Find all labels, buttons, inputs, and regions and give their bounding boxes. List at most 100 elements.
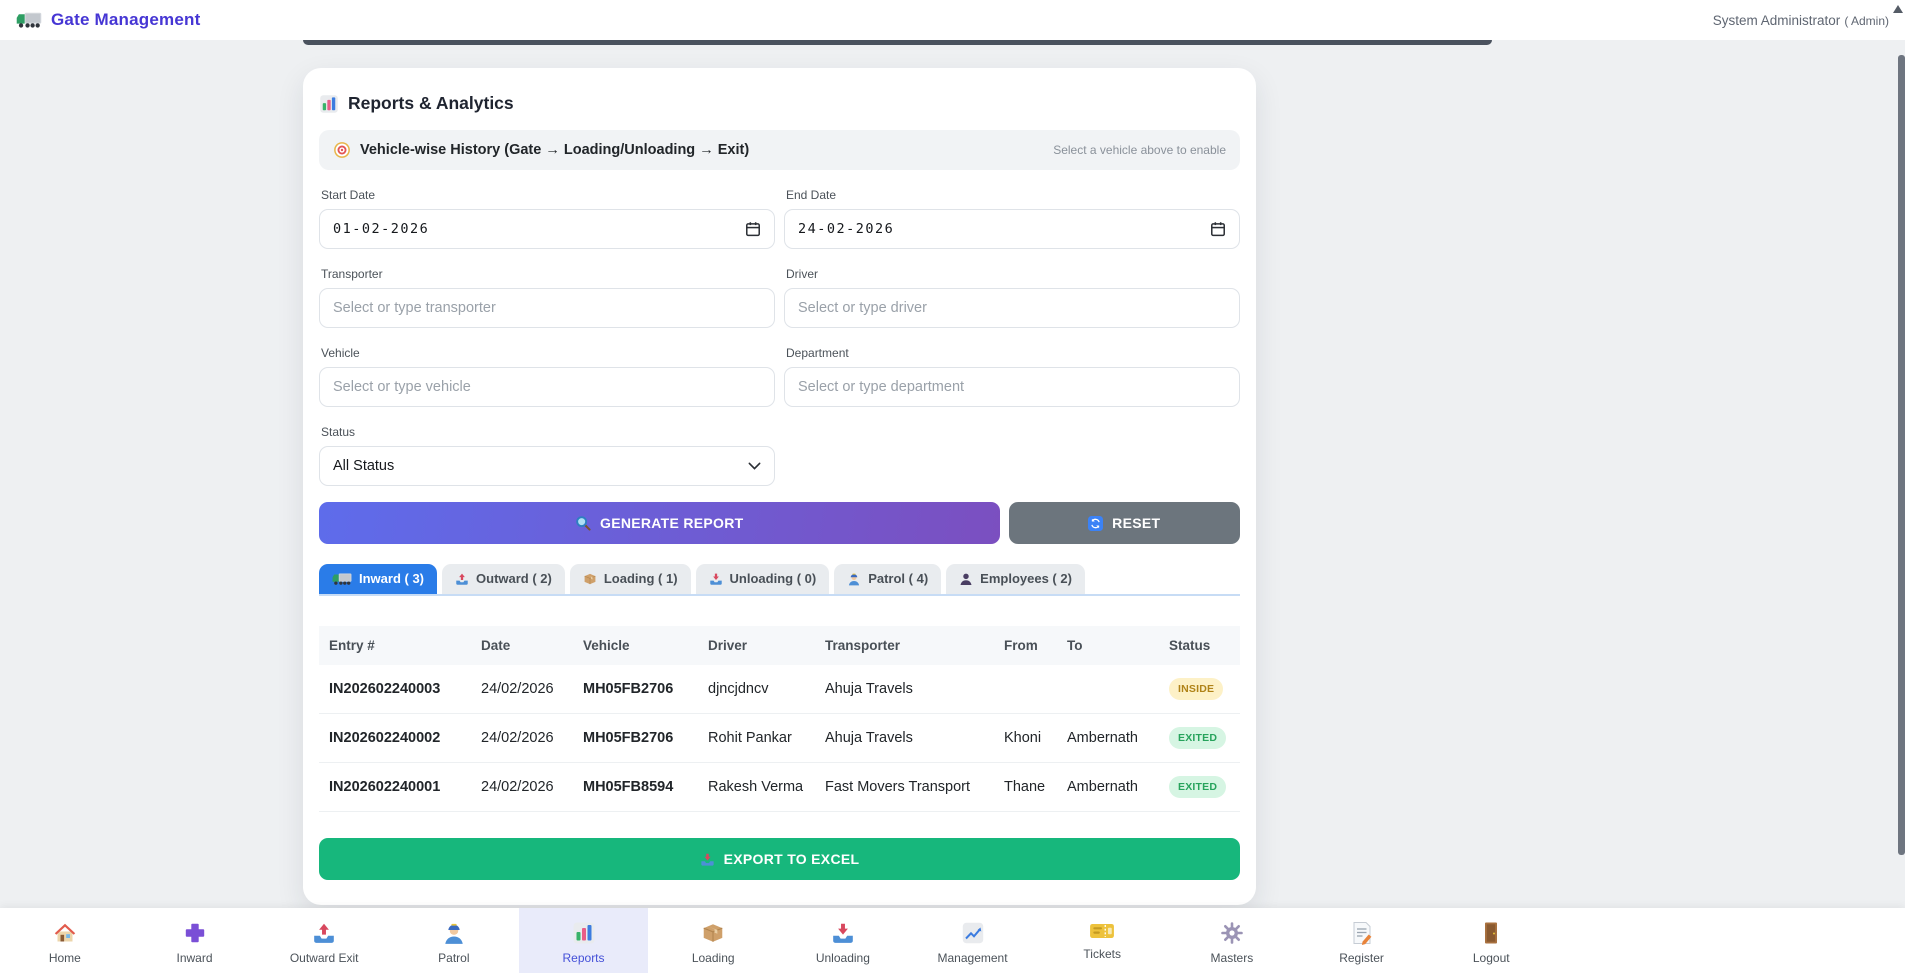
nav-item-tickets[interactable]: Tickets xyxy=(1037,908,1167,973)
tray-down-icon xyxy=(709,572,723,586)
tab-label: Employees ( 2) xyxy=(980,571,1072,586)
home-icon xyxy=(52,921,78,945)
brand: Gate Management xyxy=(16,10,200,30)
tab-loading[interactable]: Loading ( 1) xyxy=(570,564,691,594)
cell-to: Ambernath xyxy=(1057,763,1159,812)
bottom-nav: Home Inward Outward Exit Patrol Reports … xyxy=(0,908,1905,973)
table-row: IN202602240001 24/02/2026 MH05FB8594 Rak… xyxy=(319,763,1240,812)
ticket-icon xyxy=(1089,921,1115,941)
nav-label: Logout xyxy=(1473,951,1510,965)
cell-entry: IN202602240003 xyxy=(319,665,471,714)
driver-label: Driver xyxy=(786,267,1238,281)
transporter-input[interactable] xyxy=(319,288,775,328)
reset-button[interactable]: RESET xyxy=(1009,502,1241,544)
department-label: Department xyxy=(786,346,1238,360)
status-badge: INSIDE xyxy=(1169,678,1223,700)
search-icon xyxy=(575,515,591,531)
tab-label: Outward ( 2) xyxy=(476,571,552,586)
driver-field: Driver xyxy=(784,249,1240,328)
vehicle-field: Vehicle xyxy=(319,328,775,407)
generate-report-button[interactable]: GENERATE REPORT xyxy=(319,502,1000,544)
chart-up-icon xyxy=(961,921,985,945)
status-select[interactable]: All Status xyxy=(319,446,775,486)
reset-label: RESET xyxy=(1112,515,1160,531)
cell-vehicle: MH05FB2706 xyxy=(573,665,698,714)
user-info: System Administrator ( Admin) xyxy=(1713,13,1889,28)
plus-icon xyxy=(183,921,207,945)
gear-icon xyxy=(1220,921,1244,945)
tab-patrol[interactable]: Patrol ( 4) xyxy=(834,564,941,594)
nav-item-logout[interactable]: Logout xyxy=(1426,908,1556,973)
police-icon xyxy=(442,921,466,945)
end-date-input[interactable]: 24-02-2026 xyxy=(784,209,1240,249)
driver-input[interactable] xyxy=(784,288,1240,328)
nav-item-register[interactable]: Register xyxy=(1297,908,1427,973)
tab-outward[interactable]: Outward ( 2) xyxy=(442,564,565,594)
target-icon xyxy=(333,141,351,159)
tray-up-icon xyxy=(455,572,469,586)
nav-item-loading[interactable]: Loading xyxy=(648,908,778,973)
cell-vehicle: MH05FB8594 xyxy=(573,763,698,812)
generate-report-label: GENERATE REPORT xyxy=(600,515,743,531)
nav-label: Unloading xyxy=(816,951,870,965)
end-date-field: End Date 24-02-2026 xyxy=(784,170,1240,249)
nav-item-management[interactable]: Management xyxy=(908,908,1038,973)
col-transporter: Transporter xyxy=(815,626,994,665)
end-date-value: 24-02-2026 xyxy=(798,221,894,237)
nav-label: Reports xyxy=(563,951,605,965)
start-date-value: 01-02-2026 xyxy=(333,221,429,237)
tab-employees[interactable]: Employees ( 2) xyxy=(946,564,1085,594)
nav-item-unloading[interactable]: Unloading xyxy=(778,908,908,973)
nav-label: Loading xyxy=(692,951,735,965)
export-excel-button[interactable]: EXPORT TO EXCEL xyxy=(319,838,1240,880)
status-badge: EXITED xyxy=(1169,727,1226,749)
nav-item-home[interactable]: Home xyxy=(0,908,130,973)
tray-down-icon xyxy=(700,852,715,867)
scrollbar-up-arrow[interactable] xyxy=(1893,5,1903,13)
department-input[interactable] xyxy=(784,367,1240,407)
panel-title: Reports & Analytics xyxy=(348,93,514,114)
vehicle-history-label: Vehicle-wise History (Gate → Loading/Unl… xyxy=(360,142,749,158)
col-vehicle: Vehicle xyxy=(573,626,698,665)
vehicle-label: Vehicle xyxy=(321,346,773,360)
start-date-label: Start Date xyxy=(321,188,773,202)
user-role: ( Admin) xyxy=(1844,14,1889,28)
cell-from xyxy=(994,665,1057,714)
tab-label: Unloading ( 0) xyxy=(730,571,817,586)
tray-up-icon xyxy=(312,921,336,945)
vehicle-input[interactable] xyxy=(319,367,775,407)
col-date: Date xyxy=(471,626,573,665)
status-selected-value: All Status xyxy=(333,458,394,474)
nav-item-outward-exit[interactable]: Outward Exit xyxy=(259,908,389,973)
department-field: Department xyxy=(784,328,1240,407)
tab-inward[interactable]: Inward ( 3) xyxy=(319,564,437,594)
vehicle-history-bar: Vehicle-wise History (Gate → Loading/Unl… xyxy=(319,130,1240,170)
nav-item-reports[interactable]: Reports xyxy=(519,908,649,973)
transporter-label: Transporter xyxy=(321,267,773,281)
tab-unloading[interactable]: Unloading ( 0) xyxy=(696,564,830,594)
calendar-icon[interactable] xyxy=(745,221,761,237)
col-from: From xyxy=(994,626,1057,665)
tab-label: Inward ( 3) xyxy=(359,571,424,586)
col-entry: Entry # xyxy=(319,626,471,665)
memo-icon xyxy=(1351,921,1373,945)
cell-date: 24/02/2026 xyxy=(471,763,573,812)
calendar-icon[interactable] xyxy=(1210,221,1226,237)
nav-label: Outward Exit xyxy=(290,951,359,965)
nav-label: Management xyxy=(938,951,1008,965)
scrolled-panel-edge xyxy=(303,40,1492,45)
start-date-input[interactable]: 01-02-2026 xyxy=(319,209,775,249)
nav-label: Masters xyxy=(1211,951,1254,965)
col-status: Status xyxy=(1159,626,1240,665)
scrollbar[interactable] xyxy=(1898,55,1905,855)
app-title: Gate Management xyxy=(51,10,200,30)
status-label: Status xyxy=(321,425,773,439)
nav-item-masters[interactable]: Masters xyxy=(1167,908,1297,973)
nav-item-patrol[interactable]: Patrol xyxy=(389,908,519,973)
reset-icon xyxy=(1088,516,1103,531)
nav-item-inward[interactable]: Inward xyxy=(130,908,260,973)
end-date-label: End Date xyxy=(786,188,1238,202)
cell-date: 24/02/2026 xyxy=(471,665,573,714)
nav-label: Tickets xyxy=(1083,947,1121,961)
export-excel-label: EXPORT TO EXCEL xyxy=(724,851,860,867)
